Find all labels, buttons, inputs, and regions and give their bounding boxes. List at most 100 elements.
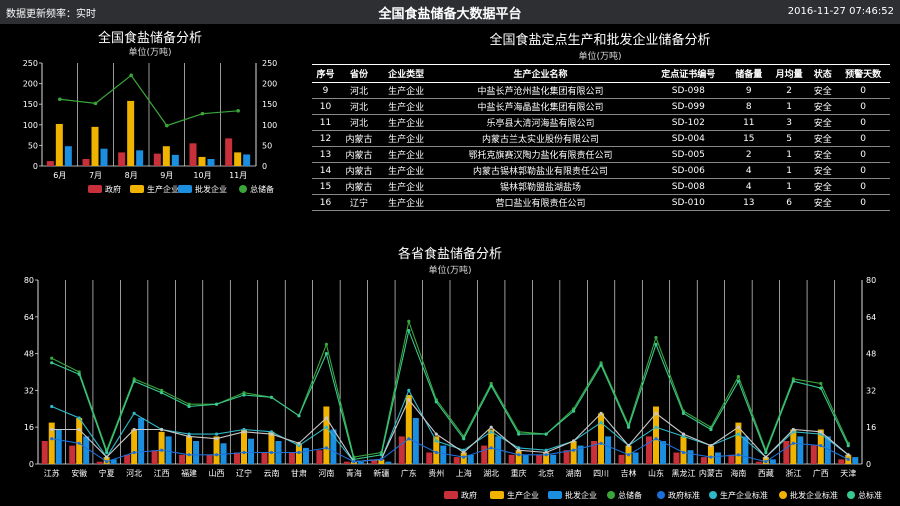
bar [707, 445, 714, 464]
total-point [200, 111, 205, 116]
bar [162, 146, 170, 166]
x-tick-label: 江西 [154, 469, 170, 478]
table-header-cell: 预警天数 [836, 64, 890, 83]
gov-std-point [324, 446, 328, 450]
table-cell: 1 [768, 146, 810, 163]
gov-std-point [462, 455, 466, 459]
bar [852, 457, 859, 464]
bar [138, 418, 145, 464]
x-tick-label: 山东 [648, 468, 664, 478]
x-tick-label: 吉林 [621, 468, 637, 478]
table-cell: 内蒙古 [338, 178, 380, 195]
table-cell: 内蒙古 [338, 146, 380, 163]
x-tick-label: 11月 [229, 171, 247, 180]
x-tick-label: 广东 [401, 468, 417, 478]
prod-std-point [434, 439, 438, 443]
table-header-cell: 定点证书编号 [647, 64, 729, 83]
x-tick-label: 广西 [813, 468, 829, 478]
whole-std-point [77, 427, 81, 432]
total-std-point [599, 363, 603, 367]
table-row[interactable]: 14 内蒙古 生产企业 内蒙古锡林郭勒盐业有限责任公司 SD-006 4 1 安全 0 [312, 162, 890, 179]
table-header-cell: 月均量 [768, 64, 810, 83]
x-tick-label: 6月 [53, 171, 66, 180]
table-cell: 3 [768, 114, 810, 131]
bar [536, 454, 543, 464]
y2-tick-label: 48 [866, 350, 876, 359]
whole-std-point [462, 450, 466, 455]
table-cell: 0 [836, 146, 890, 163]
gov-std-point [819, 444, 823, 448]
table-row[interactable]: 12 内蒙古 生产企业 内蒙古兰太实业股份有限公司 SD-004 15 5 安全 0 [312, 130, 890, 147]
table-cell: SD-098 [647, 82, 729, 99]
bar [467, 454, 474, 464]
y2-tick-label: 0 [262, 162, 267, 171]
gov-std-point [77, 441, 81, 445]
x-tick-label: 浙江 [785, 468, 801, 478]
table-row[interactable]: 13 内蒙古 生产企业 鄂托克旗赛汉陶力盐化有限责任公司 SD-005 2 1 安全 0 [312, 146, 890, 163]
table-row[interactable]: 16 辽宁 生产企业 营口盐业有限责任公司 SD-010 13 6 安全 0 [312, 194, 890, 211]
table-cell: SD-005 [647, 146, 729, 163]
table-cell: 中盐长芦海晶盐化集团有限公司 [432, 98, 648, 115]
bar [189, 143, 197, 166]
legend-label: 政府标准 [668, 490, 700, 500]
bottom-chart-title: 各省食盐储备分析 [397, 247, 502, 262]
bar [243, 154, 251, 166]
gov-std-point [736, 453, 741, 457]
table-cell: 4 [728, 162, 769, 179]
gov-std-point [599, 441, 603, 445]
gov-std-point [846, 457, 850, 461]
bar [673, 452, 680, 464]
table-cell: 安全 [809, 114, 837, 131]
legend-label: 政府 [461, 490, 477, 500]
total-std-point [50, 361, 54, 365]
table-cell: 12 [312, 130, 339, 147]
bar [323, 406, 330, 464]
prod-std-point [50, 404, 54, 409]
total-std-point [791, 379, 795, 383]
y-tick-label: 150 [23, 100, 38, 109]
x-tick-label: 云南 [263, 468, 279, 478]
y2-tick-label: 64 [866, 313, 876, 322]
total-std-point [736, 379, 741, 383]
y2-tick-label: 50 [262, 141, 272, 150]
x-tick-label: 海南 [730, 468, 746, 478]
legend-swatch [607, 491, 615, 499]
table-cell: SD-006 [647, 162, 729, 179]
gov-std-point [681, 450, 686, 455]
table-row[interactable]: 11 河北 生产企业 乐亭县大清河海盐有限公司 SD-102 11 3 安全 0 [312, 114, 890, 131]
whole-std-point [599, 411, 603, 415]
y-tick-label: 0 [29, 460, 34, 469]
total-std-point [324, 352, 328, 356]
bar [522, 454, 529, 464]
total-std-point [105, 450, 109, 455]
whole-std-point [846, 453, 850, 457]
whole-std-point [187, 434, 191, 438]
bar [55, 429, 62, 464]
whole-std-point [736, 425, 741, 429]
bottom-chart: 0 0 16 16 32 32 48 48 64 64 80 80 江苏 安徽 宁夏 河北 江西 福建 山西 辽宁 云南… [24, 276, 882, 500]
table-cell: SD-004 [647, 130, 729, 147]
y-tick-label: 50 [28, 141, 38, 150]
table-cell: 生产企业 [379, 82, 433, 99]
table-header-cell: 序号 [312, 64, 339, 83]
whole-std-point [407, 398, 411, 402]
total-std-point [242, 393, 246, 397]
bar [714, 452, 721, 464]
prod-std-point [324, 425, 328, 429]
total-point [165, 123, 169, 128]
whole-std-point [324, 416, 328, 420]
bar [179, 454, 186, 464]
whole-std-point [50, 427, 54, 432]
table-row[interactable]: 9 河北 生产企业 中盐长芦沧州盐化集团有限公司 SD-098 9 2 安全 0 [312, 82, 890, 99]
table-cell: 2 [728, 146, 769, 163]
table-cell: 13 [728, 194, 769, 211]
table-row[interactable]: 10 河北 生产企业 中盐长芦海晶盐化集团有限公司 SD-099 8 1 安全 0 [312, 98, 890, 115]
legend-swatch [490, 491, 504, 499]
bar [481, 445, 488, 464]
total-std-point [819, 386, 823, 390]
total-std-point [160, 391, 164, 395]
bar [69, 445, 76, 464]
bar [91, 126, 99, 166]
table-row[interactable]: 15 内蒙古 生产企业 锡林郭勒盟盐湖盐场 SD-008 4 1 安全 0 [312, 178, 890, 195]
legend-label: 总标准 [858, 490, 882, 500]
